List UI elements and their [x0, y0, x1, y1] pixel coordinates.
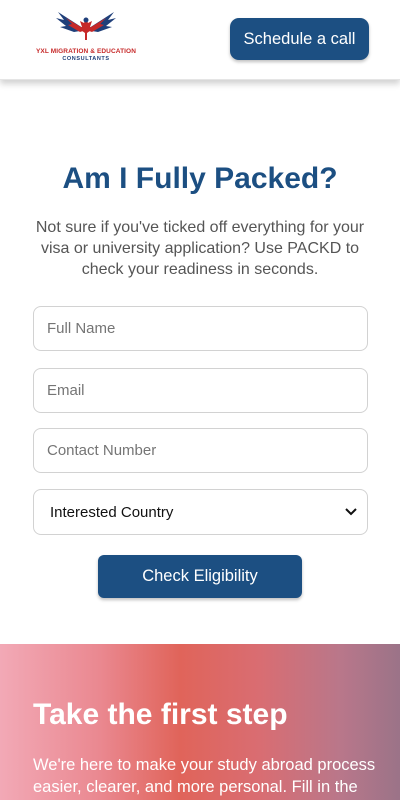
contact-number-input[interactable] [33, 428, 368, 473]
chevron-down-icon [345, 508, 357, 516]
check-eligibility-button[interactable]: Check Eligibility [98, 555, 302, 598]
email-input[interactable] [33, 368, 368, 413]
page-title: Am I Fully Packed? [62, 162, 338, 195]
select-value: Interested Country [50, 503, 174, 521]
promo-text: We're here to make your study abroad pro… [33, 756, 376, 796]
eagle-maple-leaf-icon [56, 12, 116, 40]
logo-text-secondary: CONSULTANTS [62, 56, 110, 62]
logo-text-primary: YXL MIGRATION & EDUCATION [36, 48, 136, 55]
site-header: YXL MIGRATION & EDUCATION CONSULTANTS Sc… [0, 0, 400, 80]
full-name-input[interactable] [33, 306, 368, 351]
promo-title: Take the first step [33, 698, 288, 731]
promo-section: Take the first step We're here to make y… [0, 644, 400, 800]
interested-country-select[interactable]: Interested Country [33, 489, 368, 535]
page-subtitle: Not sure if you've ticked off everything… [35, 219, 365, 278]
company-logo[interactable]: YXL MIGRATION & EDUCATION CONSULTANTS [28, 10, 144, 66]
schedule-call-button[interactable]: Schedule a call [230, 18, 369, 60]
